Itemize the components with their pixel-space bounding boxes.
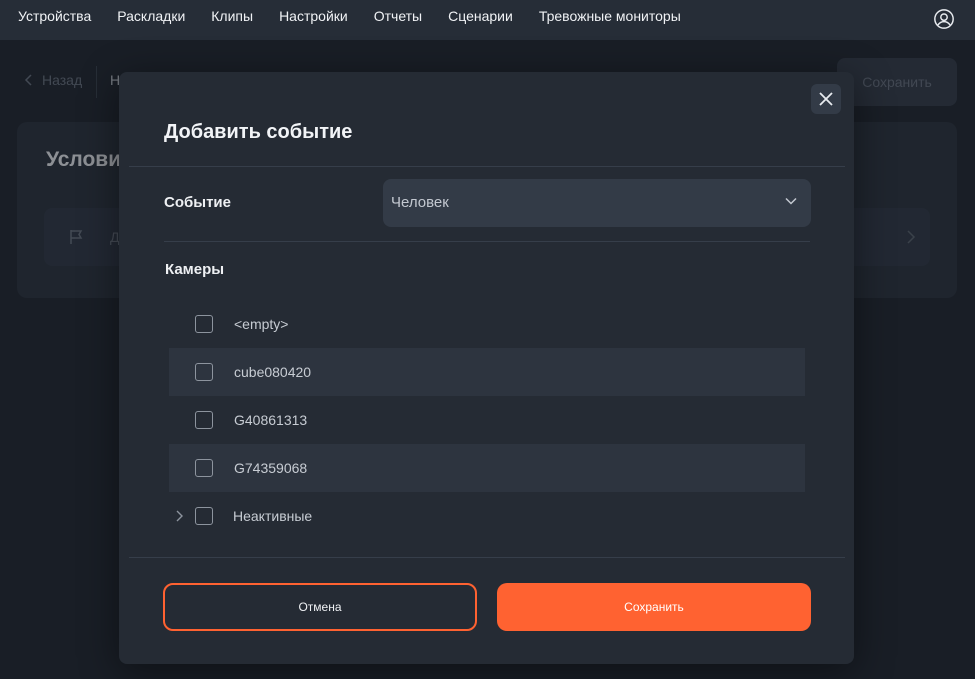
event-select-value: Человек (391, 194, 449, 211)
event-field-label: Событие (164, 194, 231, 211)
camera-label: <empty> (234, 316, 289, 332)
event-divider (164, 241, 810, 242)
nav-item-reports[interactable]: Отчеты (374, 0, 422, 32)
close-button[interactable] (811, 84, 841, 114)
header-divider (129, 166, 845, 167)
camera-checkbox[interactable] (195, 315, 213, 333)
chevron-right-icon[interactable] (175, 510, 183, 522)
dialog-title: Добавить событие (164, 121, 353, 143)
nav-item-settings[interactable]: Настройки (279, 0, 348, 32)
nav-item-alarm-monitors[interactable]: Тревожные мониторы (539, 0, 681, 32)
save-button[interactable]: Сохранить (497, 583, 811, 631)
close-icon (819, 92, 833, 106)
add-event-dialog: Добавить событие Событие Человек Камеры … (119, 72, 854, 664)
inactive-cameras-group[interactable]: Неактивные (169, 492, 805, 540)
inactive-group-checkbox[interactable] (195, 507, 213, 525)
nav-item-scenarios[interactable]: Сценарии (448, 0, 513, 32)
inactive-group-label: Неактивные (233, 508, 313, 524)
camera-list-item[interactable]: cube080420 (169, 348, 805, 396)
cancel-button[interactable]: Отмена (163, 583, 477, 631)
camera-label: G40861313 (234, 412, 308, 428)
chevron-down-icon (785, 197, 797, 205)
event-select[interactable]: Человек (383, 179, 811, 227)
camera-list-item[interactable]: <empty> (169, 300, 805, 348)
cameras-section-label: Камеры (165, 261, 225, 278)
camera-checkbox[interactable] (195, 411, 213, 429)
camera-checkbox[interactable] (195, 363, 213, 381)
nav-item-layouts[interactable]: Раскладки (117, 0, 185, 32)
camera-list-item[interactable]: G40861313 (169, 396, 805, 444)
camera-label: G74359068 (234, 460, 308, 476)
camera-list-item[interactable]: G74359068 (169, 444, 805, 492)
top-navigation: Устройства Раскладки Клипы Настройки Отч… (0, 0, 975, 40)
camera-checkbox[interactable] (195, 459, 213, 477)
nav-item-clips[interactable]: Клипы (211, 0, 253, 32)
footer-divider (129, 557, 845, 558)
user-circle-icon[interactable] (933, 8, 955, 30)
nav-item-devices[interactable]: Устройства (18, 0, 91, 32)
camera-label: cube080420 (234, 364, 312, 380)
